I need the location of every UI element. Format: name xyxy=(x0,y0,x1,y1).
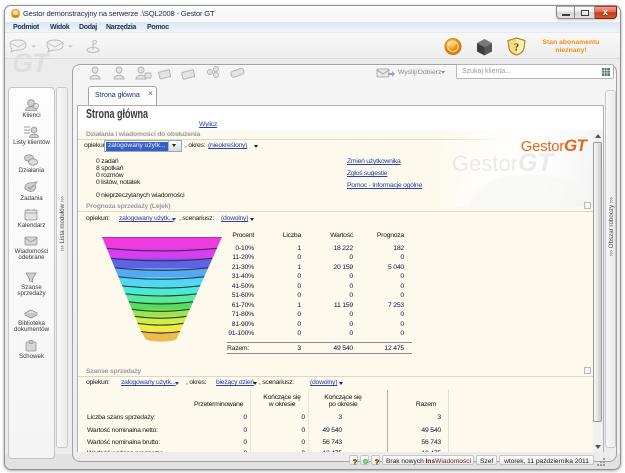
svg-text:?: ? xyxy=(514,42,520,54)
